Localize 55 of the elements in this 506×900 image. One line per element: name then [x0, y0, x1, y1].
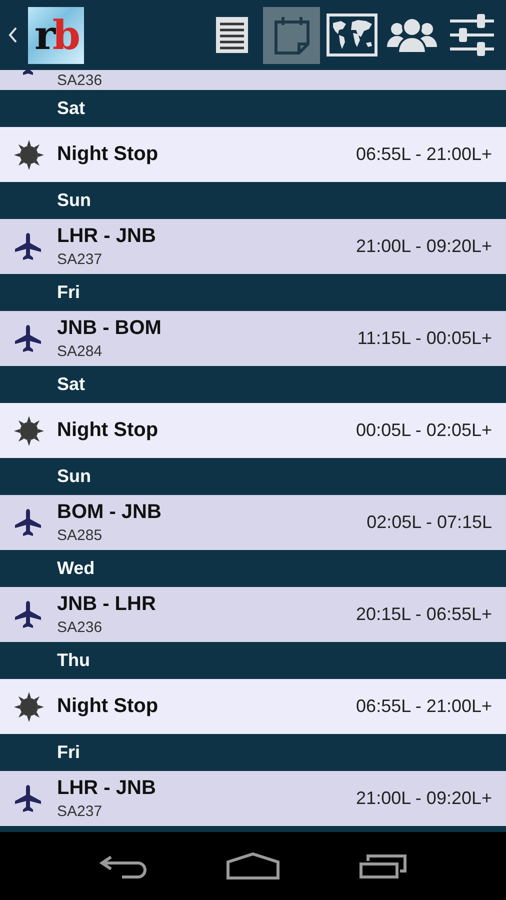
flight-row[interactable]: LHR - JNB SA237 21:00L - 09:20L+ — [0, 771, 506, 826]
time-range: 21:00L - 09:20L+ — [356, 788, 492, 809]
flight-number: SA284 — [57, 343, 104, 360]
time-range: 06:55L - 21:00L+ — [356, 144, 492, 165]
duty-title: Night Stop — [57, 695, 160, 718]
night-stop-row[interactable]: Night Stop 06:55L - 21:00L+ — [0, 679, 506, 734]
day-label: Sat — [57, 98, 86, 119]
route-label: LHR - JNB — [57, 777, 157, 800]
flight-number: SA236 — [57, 72, 102, 90]
flight-number: SA285 — [57, 527, 104, 544]
time-range: 00:05L - 02:05L+ — [356, 420, 492, 441]
night-stop-row[interactable]: Night Stop 00:05L - 02:05L+ — [0, 403, 506, 458]
airplane-icon — [14, 784, 42, 814]
time-range: 02:05L - 07:15L — [366, 512, 492, 533]
flight-row[interactable]: LHR - JNB SA237 21:00L - 09:20L+ — [0, 219, 506, 274]
day-label: Wed — [57, 558, 95, 579]
time-range: 11:15L - 00:05L+ — [357, 328, 492, 349]
time-range: 06:55L - 21:00L+ — [356, 696, 492, 717]
airplane-icon — [14, 600, 42, 630]
flight-row[interactable]: BOM - JNB SA285 02:05L - 07:15L — [0, 495, 506, 550]
home-icon[interactable] — [226, 852, 280, 880]
recent-apps-icon[interactable] — [358, 853, 407, 879]
airplane-icon — [14, 508, 42, 538]
time-range: 21:00L - 09:20L+ — [356, 236, 492, 257]
day-label: Fri — [57, 742, 80, 763]
day-label: Sun — [57, 466, 91, 487]
calendar-icon — [274, 15, 310, 55]
time-range: 20:15L - 06:55L+ — [356, 604, 492, 625]
day-label: Sun — [57, 190, 91, 211]
sliders-icon — [448, 13, 494, 57]
day-label: Thu — [57, 650, 90, 671]
flight-number: SA236 — [57, 619, 104, 636]
day-label: Fri — [57, 282, 80, 303]
airplane-icon — [14, 232, 42, 262]
sun-icon — [14, 692, 44, 722]
world-map-icon — [326, 13, 378, 57]
app-logo[interactable]: rb — [28, 6, 84, 64]
duty-title: Night Stop — [57, 143, 160, 166]
flight-row[interactable]: SA236 — [0, 70, 506, 90]
duty-title: Night Stop — [57, 419, 160, 442]
route-label: JNB - LHR — [57, 593, 157, 616]
flight-row[interactable]: JNB - LHR SA236 20:15L - 06:55L+ — [0, 587, 506, 642]
route-label: BOM - JNB — [57, 501, 162, 524]
flight-row[interactable]: JNB - BOM SA284 11:15L - 00:05L+ — [0, 311, 506, 366]
back-icon[interactable] — [99, 853, 148, 879]
route-label: LHR - JNB — [57, 225, 157, 248]
flight-number: SA237 — [57, 803, 104, 820]
airplane-icon — [14, 324, 42, 354]
list-icon — [214, 16, 248, 54]
flight-number: SA237 — [57, 251, 104, 268]
day-label: Sat — [57, 374, 86, 395]
night-stop-row[interactable]: Night Stop 06:55L - 21:00L+ — [0, 127, 506, 182]
sun-icon — [14, 416, 44, 446]
sun-icon — [14, 140, 44, 170]
route-label: JNB - BOM — [57, 317, 162, 340]
